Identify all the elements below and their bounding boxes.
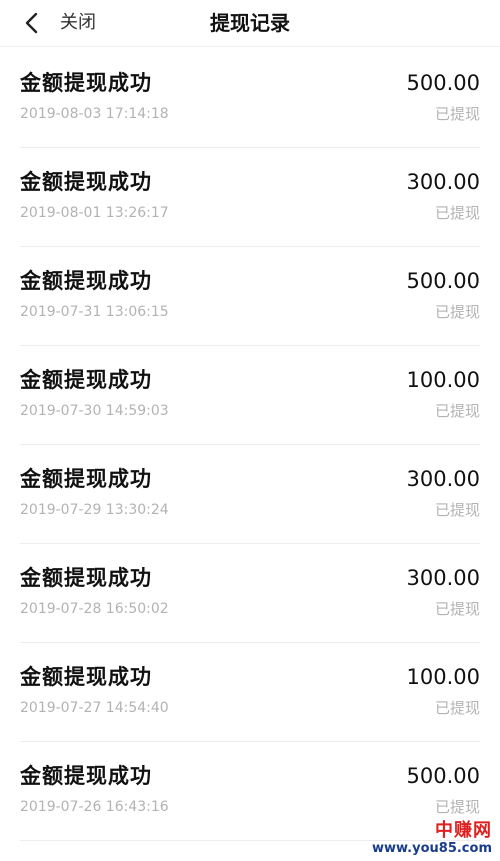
watermark-logo: 中赚网 www.you85.com [372,821,492,857]
list-item[interactable]: 金额提现成功 2019-07-27 14:54:40 100.00 已提现 [20,643,480,742]
record-time: 2019-07-29 13:30:24 [20,502,169,518]
record-time: 2019-07-26 16:43:16 [20,799,169,815]
record-status: 已提现 [434,798,480,816]
record-status: 已提现 [434,501,480,519]
record-title: 金额提现成功 [20,764,152,788]
record-amount: 500.00 [406,764,480,788]
record-time: 2019-08-01 13:26:17 [20,205,169,221]
record-status: 已提现 [434,600,480,618]
record-title: 金额提现成功 [20,467,152,491]
record-title: 金额提现成功 [20,665,152,689]
record-amount: 500.00 [406,71,480,95]
record-title: 金额提现成功 [20,566,152,590]
record-time: 2019-07-31 13:06:15 [20,304,169,320]
record-amount: 100.00 [406,368,480,392]
list-item[interactable]: 金额提现成功 2019-07-30 14:59:03 100.00 已提现 [20,346,480,445]
record-amount: 300.00 [406,467,480,491]
list-item[interactable]: 金额提现成功 2019-07-29 13:30:24 300.00 已提现 [20,445,480,544]
record-amount: 100.00 [406,665,480,689]
record-amount: 300.00 [406,566,480,590]
record-time: 2019-08-03 17:14:18 [20,106,169,122]
record-status: 已提现 [434,105,480,123]
record-title: 金额提现成功 [20,71,152,95]
record-title: 金额提现成功 [20,368,152,392]
list-item[interactable]: 金额提现成功 2019-08-03 17:14:18 500.00 已提现 [20,49,480,148]
record-status: 已提现 [434,303,480,321]
watermark-name: 中赚网 [435,820,492,841]
record-amount: 300.00 [406,170,480,194]
withdrawal-record-list: 金额提现成功 2019-08-03 17:14:18 500.00 已提现 金额… [0,49,500,841]
list-item[interactable]: 金额提现成功 2019-08-01 13:26:17 300.00 已提现 [20,148,480,247]
page-title: 提现记录 [210,11,290,35]
watermark-url: www.you85.com [371,841,492,856]
record-title: 金额提现成功 [20,269,152,293]
list-item[interactable]: 金额提现成功 2019-07-31 13:06:15 500.00 已提现 [20,247,480,346]
record-amount: 500.00 [406,269,480,293]
record-time: 2019-07-30 14:59:03 [20,403,169,419]
nav-bar: 关闭 提现记录 [0,0,500,47]
record-status: 已提现 [434,402,480,420]
record-time: 2019-07-28 16:50:02 [20,601,169,617]
record-time: 2019-07-27 14:54:40 [20,700,169,716]
record-title: 金额提现成功 [20,170,152,194]
list-item[interactable]: 金额提现成功 2019-07-28 16:50:02 300.00 已提现 [20,544,480,643]
record-status: 已提现 [434,699,480,717]
record-status: 已提现 [434,204,480,222]
